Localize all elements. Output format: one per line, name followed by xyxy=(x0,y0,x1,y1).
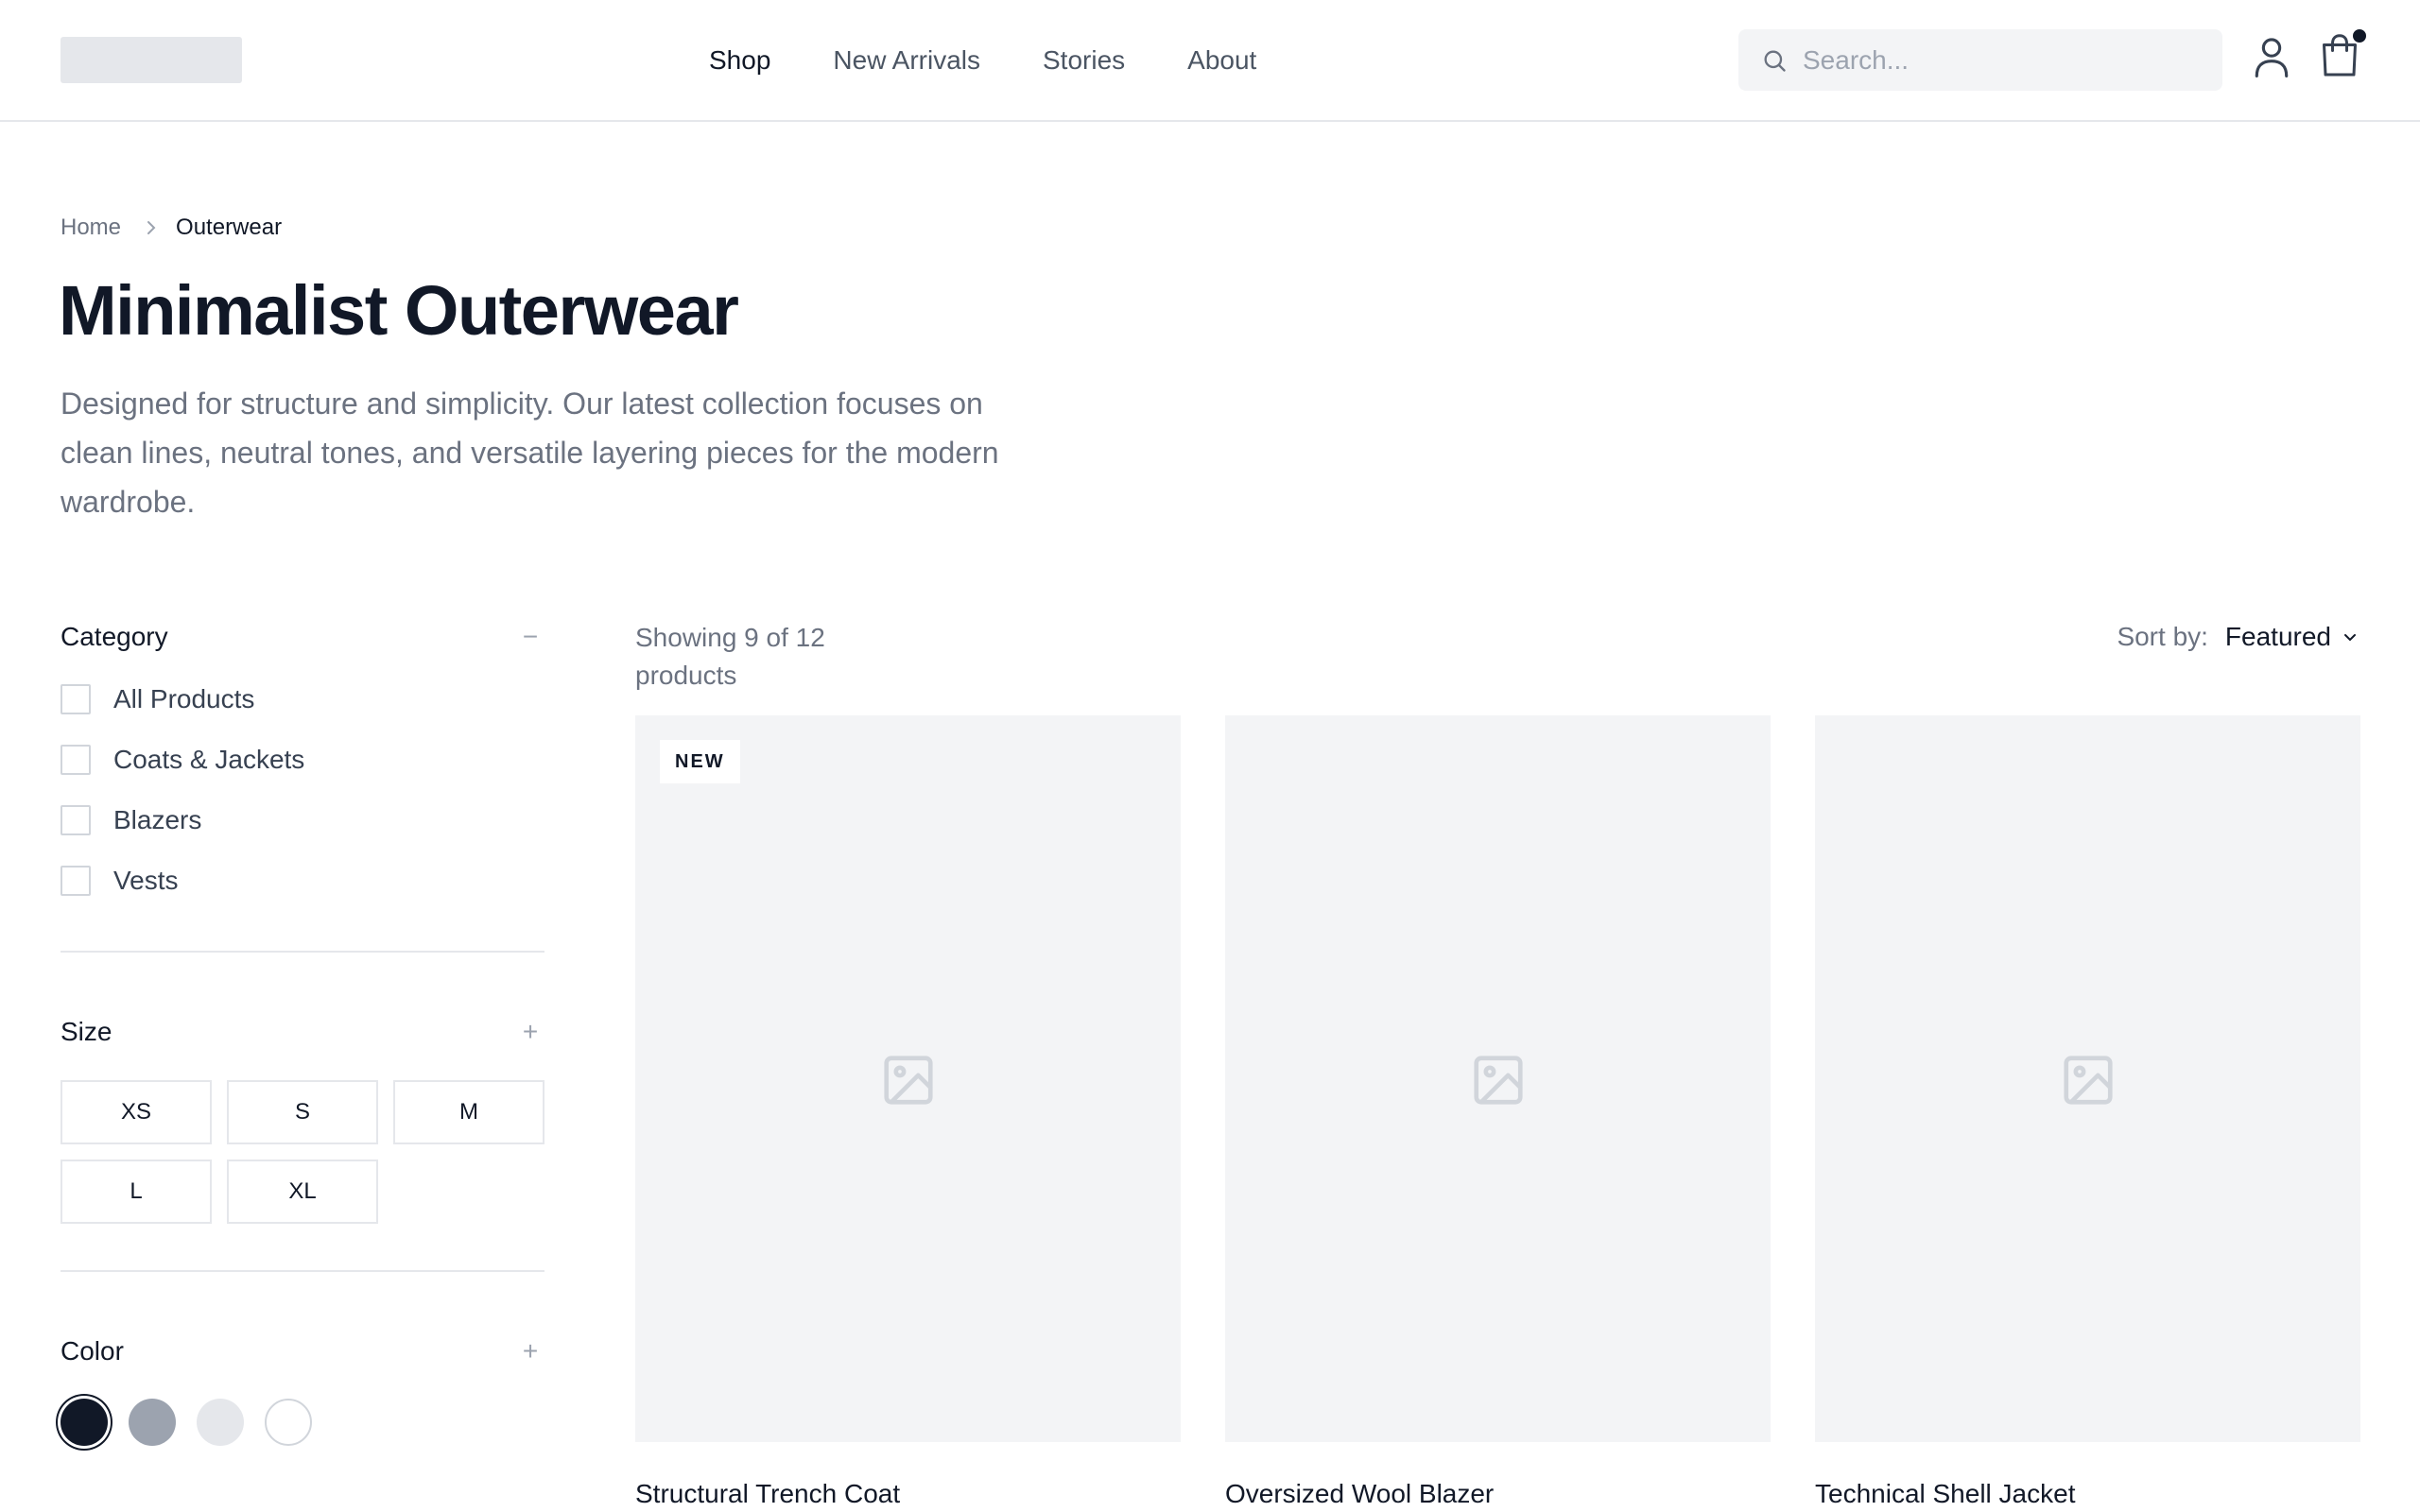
category-option-label: Coats & Jackets xyxy=(113,745,305,774)
filter-category-label: Category xyxy=(60,622,168,651)
brand-logo[interactable] xyxy=(60,37,242,83)
product-name[interactable]: Technical Shell Jacket xyxy=(1815,1476,2075,1512)
category-option[interactable]: All Products xyxy=(60,669,544,730)
product-image[interactable]: NEW xyxy=(635,715,1181,1442)
product-name[interactable]: Structural Trench Coat xyxy=(635,1476,900,1512)
category-option-label: All Products xyxy=(113,684,255,713)
cart-indicator-dot xyxy=(2351,27,2368,44)
filter-color: Color + xyxy=(60,1332,544,1370)
results-count: Showing 9 of 12 products xyxy=(635,623,825,690)
search-icon xyxy=(1764,50,1786,72)
color-swatch[interactable] xyxy=(60,1399,108,1446)
page-title: Minimalist Outerwear xyxy=(59,271,739,350)
page-description: Designed for structure and simplicity. O… xyxy=(60,387,999,519)
expand-icon[interactable]: + xyxy=(516,1338,544,1365)
image-placeholder-icon xyxy=(884,1056,933,1105)
sort-control[interactable]: Sort by: Featured xyxy=(2117,618,2360,656)
filter-size: Size + xyxy=(60,1013,544,1051)
product-card[interactable]: NEW Structural Trench Coat xyxy=(635,715,1181,1508)
user-icon[interactable] xyxy=(2254,36,2290,77)
image-placeholder-icon xyxy=(2064,1056,2113,1105)
filter-divider xyxy=(60,1270,544,1272)
filter-category: Category − All Products Coats & Jackets … xyxy=(60,618,544,911)
expand-icon[interactable]: + xyxy=(516,1019,544,1045)
category-checkbox[interactable] xyxy=(60,805,91,835)
category-option[interactable]: Vests xyxy=(60,850,544,911)
nav-shop[interactable]: Shop xyxy=(709,43,770,80)
category-option-label: Blazers xyxy=(113,805,202,834)
product-listing-page: Shop New Arrivals Stories About Home xyxy=(0,0,2420,1512)
sort-label: Sort by: xyxy=(2117,622,2208,651)
size-option-xs[interactable]: XS xyxy=(60,1080,212,1144)
collapse-icon[interactable]: − xyxy=(516,624,544,650)
filter-size-header[interactable]: Size + xyxy=(60,1013,544,1051)
product-card[interactable]: Oversized Wool Blazer xyxy=(1225,715,1771,1508)
size-option-m[interactable]: M xyxy=(393,1080,544,1144)
category-checkbox[interactable] xyxy=(60,684,91,714)
breadcrumb-home[interactable]: Home xyxy=(60,215,121,241)
nav-stories[interactable]: Stories xyxy=(1043,43,1125,80)
new-badge: NEW xyxy=(660,740,740,783)
size-option-s[interactable]: S xyxy=(227,1080,378,1144)
site-header: Shop New Arrivals Stories About xyxy=(0,0,2420,122)
color-swatch[interactable] xyxy=(129,1399,176,1446)
image-placeholder-icon xyxy=(1474,1056,1523,1105)
chevron-down-icon[interactable] xyxy=(2341,627,2360,646)
nav-about[interactable]: About xyxy=(1187,43,1256,80)
size-option-xl[interactable]: XL xyxy=(227,1160,378,1224)
category-list: All Products Coats & Jackets Blazers Ves… xyxy=(60,669,544,911)
filter-divider xyxy=(60,951,544,953)
category-option[interactable]: Coats & Jackets xyxy=(60,730,544,790)
chevron-right-icon xyxy=(147,221,156,234)
search-bar xyxy=(1738,29,2222,91)
product-card[interactable]: Technical Shell Jacket xyxy=(1815,715,2360,1508)
category-option-label: Vests xyxy=(113,866,179,895)
product-image[interactable] xyxy=(1815,715,2360,1442)
sort-select[interactable]: Featured xyxy=(2225,622,2331,652)
size-option-l[interactable]: L xyxy=(60,1160,212,1224)
search-input[interactable] xyxy=(1803,29,2209,91)
color-swatch[interactable] xyxy=(197,1399,244,1446)
category-checkbox[interactable] xyxy=(60,866,91,896)
nav-new-arrivals[interactable]: New Arrivals xyxy=(833,43,980,80)
main-nav: Shop New Arrivals Stories About xyxy=(709,43,1319,80)
filter-color-header[interactable]: Color + xyxy=(60,1332,544,1370)
filter-size-label: Size xyxy=(60,1017,112,1046)
product-image[interactable] xyxy=(1225,715,1771,1442)
filter-category-header[interactable]: Category − xyxy=(60,618,544,656)
product-name[interactable]: Oversized Wool Blazer xyxy=(1225,1476,1494,1512)
category-checkbox[interactable] xyxy=(60,745,91,775)
color-swatch[interactable] xyxy=(265,1399,312,1446)
category-option[interactable]: Blazers xyxy=(60,790,544,850)
filter-color-label: Color xyxy=(60,1336,124,1366)
breadcrumb-current: Outerwear xyxy=(176,215,283,240)
breadcrumb: Home Outerwear xyxy=(60,215,282,241)
